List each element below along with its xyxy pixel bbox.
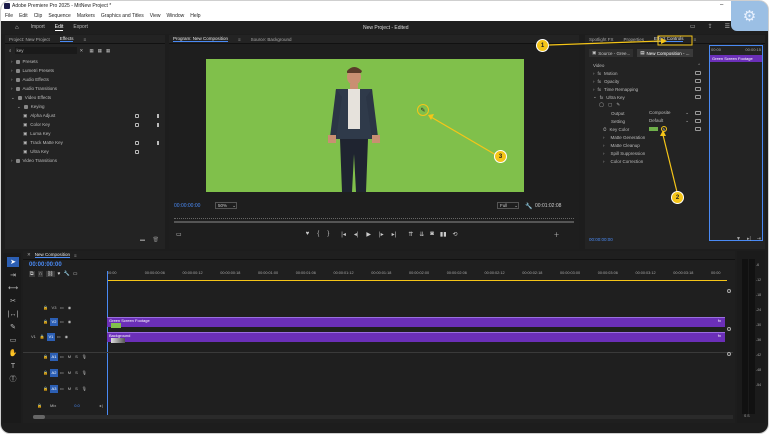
annotation-3: 3 — [494, 150, 507, 163]
app-window: Adobe Premiere Pro 2025 - MitNew Project… — [0, 0, 769, 434]
annotation-2: 2 — [671, 191, 684, 204]
annotation-overlay — [428, 35, 693, 193]
annotation-1: 1 — [536, 39, 549, 52]
